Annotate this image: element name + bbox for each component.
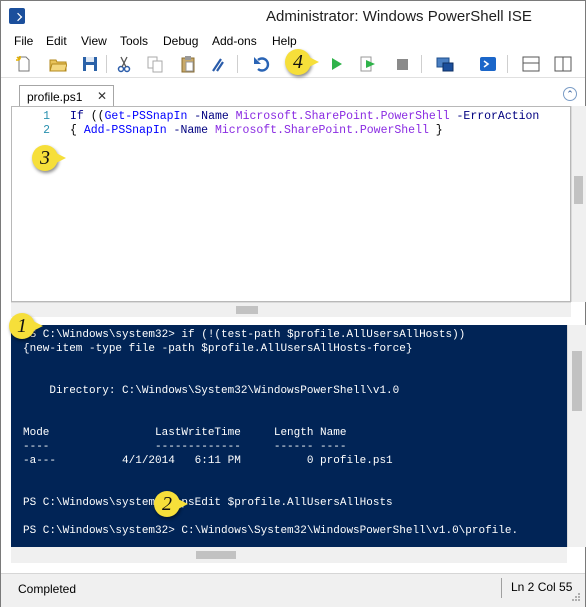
chevron-up-icon[interactable]: ⌃ <box>563 87 577 101</box>
scrollbar-thumb[interactable] <box>236 306 258 314</box>
toolbar-separator <box>421 55 422 73</box>
tab-label: profile.ps1 <box>27 90 83 104</box>
callout-4: 4 <box>285 49 319 75</box>
code-token: -Name <box>187 110 236 123</box>
clear-console-icon[interactable] <box>209 55 227 73</box>
code-token: -Name <box>166 124 215 137</box>
console-line: PS C:\Windows\system32> psEdit $profile.… <box>23 497 393 509</box>
status-divider <box>501 578 502 598</box>
scrollbar-thumb[interactable] <box>196 551 236 559</box>
title-bar: Administrator: Windows PowerShell ISE <box>1 1 585 31</box>
code-token: } <box>428 124 443 137</box>
menu-bar: File Edit View Tools Debug Add-ons Help <box>1 31 585 51</box>
line-number: 1 <box>43 110 50 123</box>
console-line: PS C:\Windows\system32> if (!(test-path … <box>23 329 466 341</box>
line-number: 2 <box>43 124 50 137</box>
console-line: ---- ------------- ------ ---- <box>23 441 347 453</box>
close-icon[interactable]: ✕ <box>97 89 107 103</box>
powershell-console-icon[interactable] <box>479 55 497 73</box>
menu-file[interactable]: File <box>14 34 33 48</box>
code-token: Add-PSSnapIn <box>83 124 167 137</box>
console-line: Mode LastWriteTime Length Name <box>23 427 347 439</box>
powershell-app-icon <box>9 8 25 24</box>
menu-debug[interactable]: Debug <box>163 34 198 48</box>
editor-horizontal-scrollbar[interactable] <box>11 302 571 317</box>
status-text: Completed <box>18 582 77 596</box>
console-line: Directory: C:\Windows\System32\WindowsPo… <box>23 385 400 397</box>
show-script-pane-top-icon[interactable] <box>522 55 540 73</box>
code-token: Get-PSSnapIn <box>104 110 188 123</box>
run-script-icon[interactable] <box>327 55 345 73</box>
line-code: { Add-PSSnapIn -Name Microsoft.SharePoin… <box>70 124 443 137</box>
scrollbar-thumb[interactable] <box>574 176 583 204</box>
stop-icon[interactable] <box>393 55 411 73</box>
callout-3: 3 <box>32 145 66 171</box>
open-folder-icon[interactable] <box>49 55 67 73</box>
console-horizontal-scrollbar[interactable] <box>11 547 567 563</box>
menu-help[interactable]: Help <box>272 34 297 48</box>
paste-icon[interactable] <box>179 55 197 73</box>
code-token: If <box>70 110 91 123</box>
console-pane[interactable]: PS C:\Windows\system32> if (!(test-path … <box>11 325 567 547</box>
code-token: { <box>70 124 84 137</box>
toolbar-separator <box>237 55 238 73</box>
ise-window: Administrator: Windows PowerShell ISE Fi… <box>0 0 586 607</box>
console-line: PS C:\Windows\system32> C:\Windows\Syste… <box>23 525 519 537</box>
cut-icon[interactable] <box>115 55 133 73</box>
status-bar: Completed Ln 2 Col 55 <box>1 573 585 607</box>
console-line: {new-item -type file -path $profile.AllU… <box>23 343 413 355</box>
window-title: Administrator: Windows PowerShell ISE <box>266 8 532 25</box>
copy-icon[interactable] <box>146 55 164 73</box>
code-token: -ErrorAction <box>449 110 540 123</box>
save-icon[interactable] <box>81 55 99 73</box>
script-editor[interactable]: 1 If ((Get-PSSnapIn -Name Microsoft.Share… <box>11 106 571 302</box>
undo-icon[interactable] <box>253 55 271 73</box>
code-token: Microsoft.SharePoint.PowerShell <box>235 110 450 123</box>
resize-grip-icon[interactable] <box>571 592 581 602</box>
menu-tools[interactable]: Tools <box>120 34 148 48</box>
code-token: (( <box>90 110 105 123</box>
menu-edit[interactable]: Edit <box>46 34 67 48</box>
remote-powershell-icon[interactable] <box>436 55 454 73</box>
script-tab-strip: profile.ps1 ✕ <box>9 83 585 107</box>
tab-profile-ps1[interactable]: profile.ps1 ✕ <box>19 85 114 107</box>
scrollbar-thumb[interactable] <box>572 351 582 411</box>
show-script-pane-right-icon[interactable] <box>554 55 572 73</box>
editor-vertical-scrollbar[interactable] <box>571 106 586 302</box>
code-token: Microsoft.SharePoint.PowerShell <box>214 124 429 137</box>
console-vertical-scrollbar[interactable] <box>567 325 586 547</box>
console-line: -a--- 4/1/2014 6:11 PM 0 profile.ps1 <box>23 455 393 467</box>
menu-view[interactable]: View <box>81 34 107 48</box>
line-code: If ((Get-PSSnapIn -Name Microsoft.ShareP… <box>70 110 539 123</box>
callout-2: 2 <box>154 491 188 517</box>
toolbar-separator <box>507 55 508 73</box>
cursor-position: Ln 2 Col 55 <box>511 580 573 594</box>
run-selection-icon[interactable] <box>359 55 377 73</box>
toolbar-separator <box>106 55 107 73</box>
menu-add-ons[interactable]: Add-ons <box>212 34 257 48</box>
new-file-icon[interactable] <box>15 55 33 73</box>
callout-1: 1 <box>9 313 43 339</box>
